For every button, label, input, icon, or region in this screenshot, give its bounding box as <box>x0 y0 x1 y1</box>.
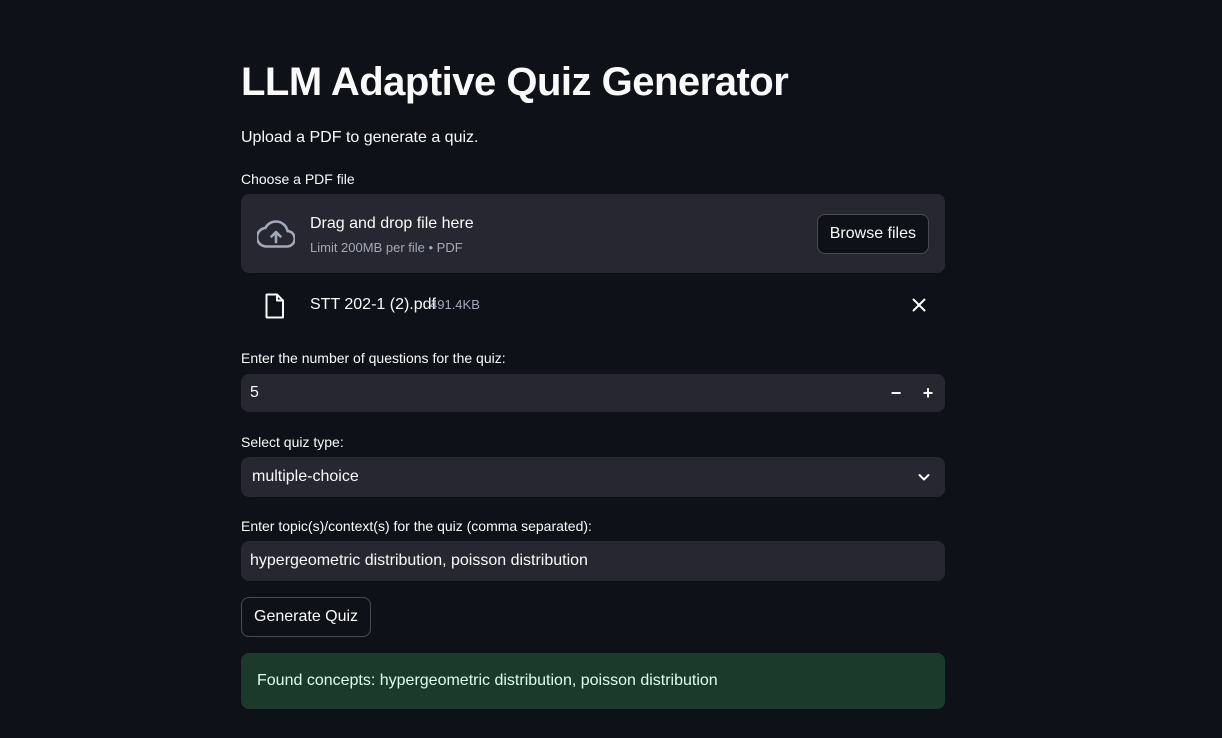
num-questions-input[interactable]: 5 − + <box>241 374 945 412</box>
dropzone-title: Drag and drop file here <box>310 215 474 232</box>
uploaded-file-row: STT 202-1 (2).pdf 491.4KB <box>241 284 945 328</box>
quiz-type-select[interactable]: multiple-choice <box>241 457 945 497</box>
topics-input-value[interactable]: hypergeometric distribution, poisson dis… <box>250 541 588 581</box>
page-subtitle: Upload a PDF to generate a quiz. <box>241 129 479 146</box>
success-alert: Found concepts: hypergeometric distribut… <box>241 653 945 709</box>
page-title: LLM Adaptive Quiz Generator <box>241 60 789 104</box>
cloud-upload-icon <box>257 220 295 248</box>
topics-input[interactable]: hypergeometric distribution, poisson dis… <box>241 541 945 581</box>
uploaded-file-size: 491.4KB <box>430 297 480 312</box>
num-questions-value[interactable]: 5 <box>250 374 259 412</box>
close-icon[interactable] <box>908 294 930 316</box>
file-dropzone[interactable]: Drag and drop file here Limit 200MB per … <box>241 194 945 273</box>
uploaded-file-name: STT 202-1 (2).pdf <box>310 296 436 313</box>
increment-button[interactable]: + <box>912 377 944 409</box>
topics-label: Enter topic(s)/context(s) for the quiz (… <box>241 518 592 534</box>
generate-quiz-button[interactable]: Generate Quiz <box>241 597 372 637</box>
browse-files-button[interactable]: Browse files <box>816 214 929 254</box>
success-message: Found concepts: hypergeometric distribut… <box>257 672 718 689</box>
file-uploader-label: Choose a PDF file <box>241 171 355 187</box>
file-icon <box>265 293 284 319</box>
quiz-type-label: Select quiz type: <box>241 434 344 450</box>
chevron-down-icon <box>918 474 930 481</box>
dropzone-limit-text: Limit 200MB per file • PDF <box>310 240 463 255</box>
quiz-type-selected-value: multiple-choice <box>252 468 359 485</box>
decrement-button[interactable]: − <box>880 377 912 409</box>
num-questions-label: Enter the number of questions for the qu… <box>241 350 506 366</box>
